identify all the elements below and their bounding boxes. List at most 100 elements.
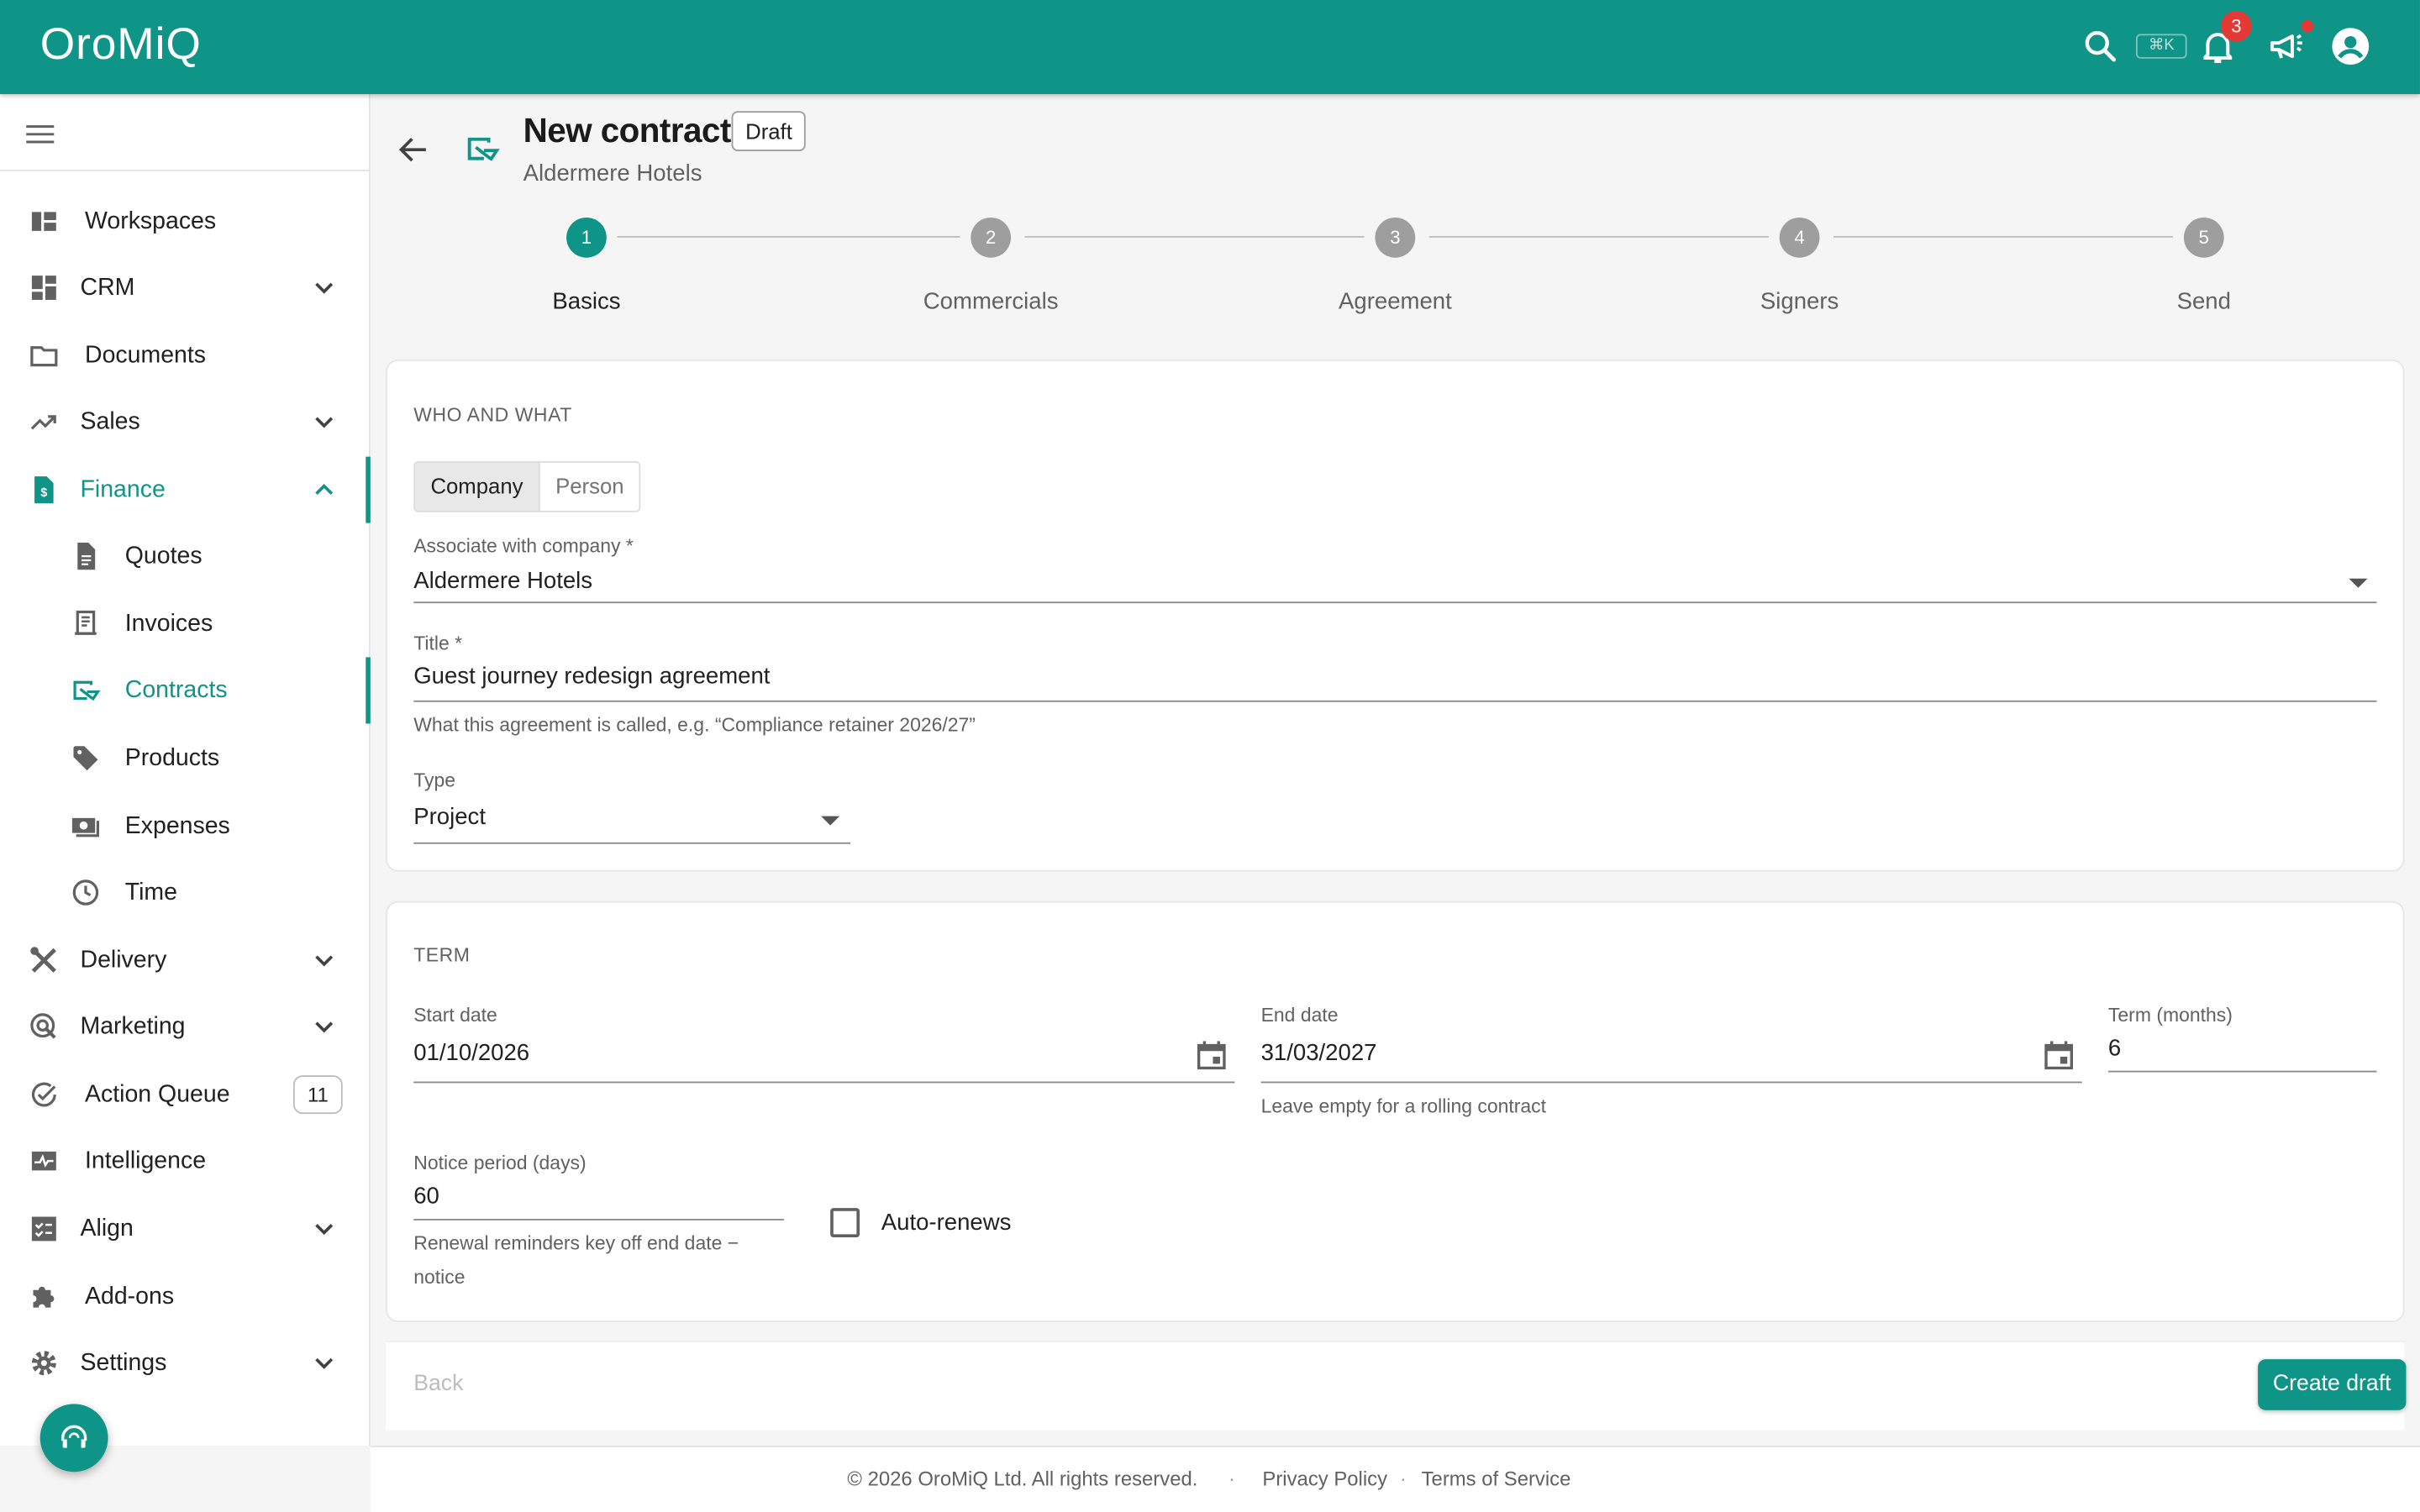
sidebar-item-expenses[interactable]: Expenses [0, 793, 369, 859]
step-1-label[interactable]: Basics [463, 288, 710, 314]
step-2-label[interactable]: Commercials [867, 288, 1114, 314]
calendar-icon[interactable] [2042, 1038, 2075, 1072]
clock-icon [72, 879, 99, 906]
sidebar-item-label: Settings [80, 1349, 167, 1376]
start-date-input[interactable]: 01/10/2026 [413, 1040, 529, 1066]
shortcut-hint: ⌘K [2135, 34, 2187, 59]
sidebar-item-label: Time [124, 879, 177, 906]
sidebar-item-settings[interactable]: Settings [0, 1330, 369, 1396]
company-toggle-button[interactable]: Company [415, 463, 540, 511]
support-button[interactable] [39, 1404, 108, 1473]
sidebar-item-workspaces[interactable]: Workspaces [0, 188, 369, 255]
dropdown-arrow-icon[interactable] [821, 816, 840, 826]
sidebar-item-documents[interactable]: Documents [0, 323, 369, 389]
check-circle-icon [31, 1082, 56, 1107]
sidebar-item-delivery[interactable]: Delivery [0, 927, 369, 994]
chevron-down-icon [315, 955, 334, 967]
title-input[interactable]: Guest journey redesign agreement [413, 664, 770, 690]
sidebar-item-crm[interactable]: CRM [0, 255, 369, 321]
sidebar-item-products[interactable]: Products [0, 725, 369, 791]
notice-period-input[interactable]: 60 [413, 1184, 439, 1210]
section-title: TERM [413, 944, 471, 966]
title-helper-text: What this agreement is called, e.g. “Com… [413, 714, 976, 737]
step-4-label[interactable]: Signers [1676, 288, 1923, 314]
sidebar-item-contracts[interactable]: Contracts [0, 657, 371, 724]
wizard-action-bar [386, 1341, 2405, 1431]
sidebar: Workspaces CRM Documents Sales $ Finance… [0, 94, 371, 1446]
type-select[interactable]: Project [413, 804, 486, 830]
auto-renews-label[interactable]: Auto-renews [881, 1210, 1012, 1236]
sidebar-item-label: Documents [85, 341, 207, 369]
chevron-down-icon [315, 417, 334, 428]
headset-icon [61, 1425, 87, 1448]
sidebar-item-align[interactable]: Align [0, 1195, 369, 1262]
sidebar-item-label: Contracts [124, 676, 228, 703]
notification-badge: 3 [2221, 10, 2252, 42]
step-5-indicator[interactable]: 5 [2183, 217, 2224, 258]
megaphone-icon[interactable] [2267, 26, 2307, 66]
step-3-label[interactable]: Agreement [1271, 288, 1518, 314]
start-date-underline [413, 1081, 1235, 1084]
title-field-underline [413, 700, 2377, 702]
type-field-label: Type [413, 769, 456, 792]
tools-icon [30, 947, 56, 973]
contract-icon [467, 137, 500, 161]
sidebar-item-quotes[interactable]: Quotes [0, 523, 369, 590]
top-app-bar: OroMiQ ⌘K 3 [0, 0, 2420, 95]
sidebar-item-label: Finance [80, 475, 166, 502]
step-3-indicator[interactable]: 3 [1375, 217, 1416, 258]
sidebar-item-add-ons[interactable]: Add-ons [0, 1263, 369, 1330]
account-icon[interactable] [2330, 26, 2370, 66]
sidebar-item-label: Sales [80, 407, 140, 435]
stepper-connector [1024, 236, 1365, 238]
privacy-policy-link[interactable]: Privacy Policy [1262, 1467, 1387, 1491]
app-logo[interactable]: OroMiQ [40, 20, 202, 71]
person-toggle-button[interactable]: Person [539, 463, 639, 511]
sidebar-item-label: Quotes [124, 542, 203, 569]
sidebar-item-label: Intelligence [85, 1147, 207, 1173]
gear-icon [31, 1351, 56, 1376]
notice-period-label: Notice period (days) [413, 1152, 587, 1174]
sidebar-item-finance[interactable]: $ Finance [0, 456, 371, 523]
puzzle-icon [33, 1286, 55, 1308]
create-draft-button[interactable]: Create draft [2258, 1359, 2407, 1410]
finance-doc-icon: $ [34, 476, 54, 504]
term-months-underline [2107, 1070, 2377, 1073]
announcement-dot [2301, 19, 2314, 33]
auto-renews-checkbox[interactable] [830, 1208, 860, 1238]
dropdown-arrow-icon[interactable] [2349, 578, 2368, 588]
step-5-label[interactable]: Send [2081, 288, 2328, 314]
notice-helper-text: Renewal reminders key off end date − [413, 1232, 739, 1255]
menu-icon[interactable] [24, 122, 55, 146]
pulse-icon [31, 1151, 56, 1171]
step-2-indicator[interactable]: 2 [971, 217, 1012, 258]
sidebar-item-label: Add-ons [85, 1283, 175, 1310]
sidebar-item-marketing[interactable]: Marketing [0, 994, 369, 1060]
target-icon [30, 1013, 56, 1039]
sidebar-item-sales[interactable]: Sales [0, 389, 369, 455]
terms-of-service-link[interactable]: Terms of Service [1422, 1467, 1571, 1491]
action-queue-count: 11 [292, 1075, 343, 1115]
term-months-label: Term (months) [2107, 1004, 2233, 1026]
sidebar-item-time[interactable]: Time [0, 859, 369, 926]
sidebar-item-label: Align [80, 1215, 134, 1242]
sidebar-item-intelligence[interactable]: Intelligence [0, 1128, 369, 1194]
back-button[interactable]: Back [413, 1372, 463, 1396]
term-months-input[interactable]: 6 [2108, 1035, 2121, 1061]
calendar-icon[interactable] [1195, 1038, 1228, 1072]
chevron-down-icon [315, 1224, 334, 1236]
back-arrow-icon[interactable] [395, 131, 432, 168]
step-4-indicator[interactable]: 4 [1779, 217, 1820, 258]
sidebar-item-invoices[interactable]: Invoices [0, 591, 369, 657]
end-date-label: End date [1260, 1004, 1339, 1026]
chevron-down-icon [315, 1021, 334, 1033]
end-date-input[interactable]: 31/03/2027 [1261, 1040, 1377, 1066]
step-1-indicator[interactable]: 1 [566, 217, 607, 258]
search-icon[interactable] [2081, 26, 2121, 66]
page-subtitle: Aldermere Hotels [523, 160, 702, 187]
company-select[interactable]: Aldermere Hotels [413, 568, 592, 594]
stepper-connector [617, 236, 960, 238]
sidebar-item-action-queue[interactable]: Action Queue 11 [0, 1062, 369, 1128]
company-field-underline [413, 601, 2377, 604]
chevron-down-icon [315, 1357, 334, 1369]
